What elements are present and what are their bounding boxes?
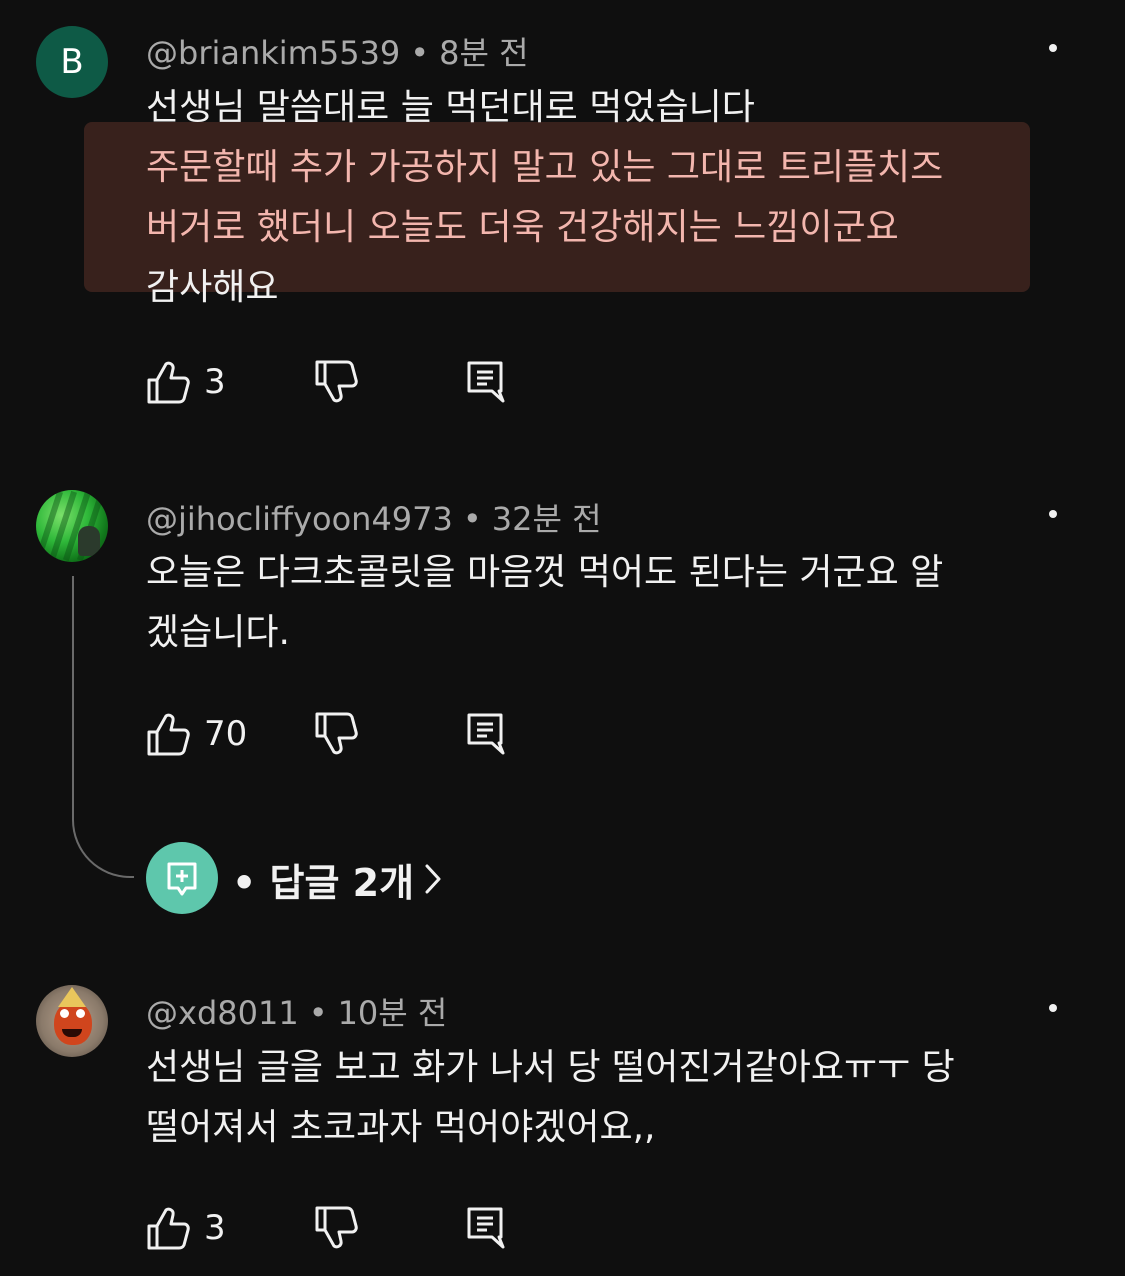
comment-line: 선생님 글을 보고 화가 나서 당 떨어진거같아요ㅠㅜ 당 — [146, 1047, 955, 1088]
like-button[interactable]: 3 — [146, 360, 226, 404]
comment-time: 10분 전 — [337, 994, 448, 1032]
comment-line: 떨어져서 초코과자 먹어야겠어요,, — [146, 1107, 656, 1148]
more-vertical-icon — [1049, 1004, 1057, 1012]
author-handle[interactable]: @briankim5539 — [146, 34, 400, 72]
comment-meta: @xd8011 • 10분 전 — [146, 988, 447, 1034]
like-button[interactable]: 3 — [146, 1206, 226, 1250]
like-count: 70 — [204, 714, 248, 754]
reply-button[interactable] — [466, 360, 508, 404]
reply-button[interactable] — [466, 712, 508, 756]
more-options-button[interactable] — [1036, 506, 1070, 550]
thumbs-down-icon — [315, 712, 358, 755]
comment-reply-icon — [467, 713, 505, 755]
dislike-button[interactable] — [314, 712, 360, 756]
comment-line: 오늘은 다크초콜릿을 마음껏 먹어도 된다는 거군요 알 — [146, 552, 944, 593]
thumbs-up-icon — [147, 1207, 190, 1250]
comment-text: 선생님 글을 보고 화가 나서 당 떨어진거같아요ㅠㅜ 당 떨어져서 초코과자 … — [146, 1038, 1036, 1158]
add-reply-icon — [167, 862, 197, 896]
like-button[interactable]: 70 — [146, 712, 247, 756]
meta-separator: • — [308, 994, 328, 1032]
thumbs-down-icon — [315, 1206, 358, 1249]
comment-meta: @jihocliffyoon4973 • 32분 전 — [146, 494, 602, 540]
like-count: 3 — [204, 362, 226, 402]
chevron-right-icon — [425, 864, 441, 894]
more-options-button[interactable] — [1036, 1000, 1070, 1044]
comment-text: 선생님 말씀대로 늘 먹던대로 먹었습니다 주문할때 추가 가공하지 말고 있는… — [146, 78, 1036, 318]
meta-separator: • — [410, 34, 430, 72]
comment-reply-icon — [467, 1207, 505, 1249]
thumbs-down-icon — [315, 360, 358, 403]
more-vertical-icon — [1049, 510, 1057, 518]
replies-avatar — [146, 842, 218, 914]
dislike-button[interactable] — [314, 1206, 360, 1250]
thumbs-up-icon — [147, 361, 190, 404]
thumbs-up-icon — [147, 713, 190, 756]
author-handle[interactable]: @xd8011 — [146, 994, 299, 1032]
avatar[interactable] — [36, 490, 108, 562]
like-count: 3 — [204, 1208, 226, 1248]
reply-button[interactable] — [466, 1206, 508, 1250]
author-handle[interactable]: @jihocliffyoon4973 — [146, 500, 453, 538]
dislike-button[interactable] — [314, 360, 360, 404]
avatar-letter: B — [60, 42, 84, 82]
comment-line: 겠습니다. — [146, 612, 290, 653]
avatar[interactable] — [36, 985, 108, 1057]
comment-time: 8분 전 — [439, 34, 529, 72]
more-vertical-icon — [1049, 44, 1057, 52]
comment-reply-icon — [467, 361, 505, 403]
comment-meta: @briankim5539 • 8분 전 — [146, 28, 529, 74]
comment-line: 버거로 했더니 오늘도 더욱 건강해지는 느낌이군요 — [146, 207, 899, 248]
avatar[interactable]: B — [36, 26, 108, 98]
comment-line: 주문할때 추가 가공하지 말고 있는 그대로 트리플치즈 — [146, 147, 944, 188]
comment-line: 선생님 말씀대로 늘 먹던대로 먹었습니다 — [146, 87, 755, 128]
thread-connector-line — [72, 576, 134, 878]
meta-separator: • — [462, 500, 482, 538]
comment-text: 오늘은 다크초콜릿을 마음껏 먹어도 된다는 거군요 알 겠습니다. — [146, 543, 1036, 663]
comment-line: 감사해요 — [146, 267, 279, 308]
replies-count-label: • 답글 2개 — [232, 861, 415, 905]
comment-time: 32분 전 — [491, 500, 602, 538]
more-options-button[interactable] — [1036, 40, 1070, 84]
